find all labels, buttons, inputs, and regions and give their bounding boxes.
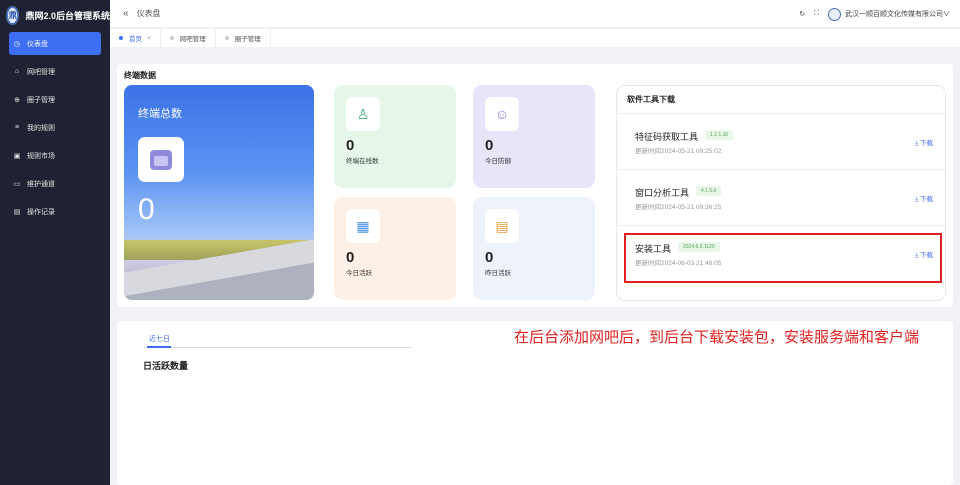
sidebar-item-label: 我的规则 xyxy=(27,124,55,132)
stat-label: 今日防御 xyxy=(485,158,511,165)
annotation-text: 在后台添加网吧后，到后台下载安装包，安装服务端和客户端 xyxy=(514,329,920,346)
user-icon: ♙ xyxy=(346,97,380,131)
company-dropdown[interactable]: 武汉一顺百顺文化传媒有限公司∨ xyxy=(845,9,950,19)
stat-today-active: ▦ 0 今日活跃 xyxy=(334,197,456,300)
shop-icon: ▣ xyxy=(13,152,21,160)
chart-title: 日活跃数量 xyxy=(143,361,189,371)
sidebar-item-label: 操作记录 xyxy=(27,208,55,216)
list-icon: ≡ xyxy=(14,124,20,131)
tab-dot xyxy=(169,36,174,40)
stat-label: 终端在线数 xyxy=(346,158,379,165)
calendar-clock-icon: ▤ xyxy=(485,209,519,243)
dashboard-icon: ◷ xyxy=(13,40,21,48)
stat-value: 0 xyxy=(485,249,494,266)
calendar-icon: ▦ xyxy=(346,209,380,243)
sidebar-item-label: 规则市场 xyxy=(27,152,55,160)
document-icon: ▤ xyxy=(13,208,21,216)
stat-label: 昨日活跃 xyxy=(485,270,511,277)
terminal-total-label: 终端总数 xyxy=(138,108,182,120)
avatar[interactable] xyxy=(828,7,841,21)
collapse-sidebar-icon[interactable]: « xyxy=(123,8,129,19)
version-badge: 1.2.1.16 xyxy=(705,130,734,140)
highlight-box xyxy=(624,233,942,283)
header-actions: ↻ ⛶ 武汉一顺百顺文化传媒有限公司∨ xyxy=(799,0,950,28)
sidebar-item-maintenance[interactable]: ▭ 维护通道 xyxy=(9,172,101,195)
group-icon: ☺ xyxy=(485,97,519,131)
sidebar-item-label: 圈子管理 xyxy=(27,96,55,104)
stat-value: 0 xyxy=(346,249,355,266)
tab-netcafe[interactable]: 网吧管理 xyxy=(161,29,216,47)
app-logo[interactable]: 鼎 鼎网2.0后台管理系统 xyxy=(0,0,110,30)
calendar-check-icon xyxy=(138,137,184,182)
breadcrumb: 仪表盘 xyxy=(136,9,161,18)
active-dot xyxy=(119,36,123,40)
sidebar-item-netcafe[interactable]: ⌂ 网吧管理 xyxy=(9,60,101,83)
download-button[interactable]: ⤓ 下载 xyxy=(915,137,933,148)
tab-bar: 首页 × 网吧管理 圈子管理 xyxy=(110,29,960,47)
top-header: « 仪表盘 ↻ ⛶ 武汉一顺百顺文化传媒有限公司∨ xyxy=(110,0,960,28)
sidebar-item-logs[interactable]: ▤ 操作记录 xyxy=(9,200,101,223)
sidebar-item-label: 仪表盘 xyxy=(27,40,48,48)
refresh-icon[interactable]: ↻ xyxy=(799,10,805,18)
hero-road xyxy=(124,240,314,300)
update-time: 更新时间2024-05-21 09:36:25 xyxy=(635,204,722,211)
sidebar-item-my-rules[interactable]: ≡ 我的规则 xyxy=(9,116,101,139)
tab-underline xyxy=(144,346,411,348)
tab-dot xyxy=(224,36,229,40)
tab-label: 首页 xyxy=(129,36,142,43)
sidebar-item-label: 维护通道 xyxy=(27,180,55,188)
stat-value: 0 xyxy=(346,137,355,154)
tab-label: 网吧管理 xyxy=(179,36,206,43)
sidebar-item-circles[interactable]: ⊕ 圈子管理 xyxy=(9,88,101,111)
terminal-total-value: 0 xyxy=(138,193,155,226)
software-row: 窗口分析工具 4.1.5.0 更新时间2024-05-21 09:36:25 ⤓… xyxy=(617,170,945,226)
section-title: 终端数据 xyxy=(124,71,156,80)
stat-yesterday-active: ▤ 0 昨日活跃 xyxy=(473,197,595,300)
stat-defense: ☺ 0 今日防御 xyxy=(473,85,595,188)
tab-label: 圈子管理 xyxy=(234,36,261,43)
monitor-icon: ▭ xyxy=(13,180,21,188)
software-name: 窗口分析工具 xyxy=(635,188,690,198)
sidebar: 鼎 鼎网2.0后台管理系统 ◷ 仪表盘 ⌂ 网吧管理 ⊕ 圈子管理 ≡ 我的规则 ▣ 规则… xyxy=(0,0,110,485)
terminal-total-card: 终端总数 0 xyxy=(124,85,314,300)
sidebar-item-label: 网吧管理 xyxy=(27,68,55,76)
version-badge: 4.1.5.0 xyxy=(696,186,722,196)
plus-circle-icon: ⊕ xyxy=(14,96,20,104)
close-icon[interactable]: × xyxy=(147,35,151,42)
app-title: 鼎网2.0后台管理系统 xyxy=(25,10,110,21)
sidebar-menu: ◷ 仪表盘 ⌂ 网吧管理 ⊕ 圈子管理 ≡ 我的规则 ▣ 规则市场 ▭ 维护通道 ▤ 操作记录 xyxy=(0,32,110,223)
fullscreen-icon[interactable]: ⛶ xyxy=(814,10,819,18)
sidebar-item-dashboard[interactable]: ◷ 仪表盘 xyxy=(9,32,101,55)
software-row: 特征码获取工具 1.2.1.16 更新时间2024-05-21 09:25:02… xyxy=(617,114,945,170)
logo-icon: 鼎 xyxy=(6,5,20,25)
stat-label: 今日活跃 xyxy=(346,270,372,277)
logo-text: 鼎 xyxy=(8,10,17,20)
range-tab-7days[interactable]: 近七日 xyxy=(149,334,170,344)
stat-online: ♙ 0 终端在线数 xyxy=(334,85,456,188)
home-icon: ⌂ xyxy=(14,68,20,75)
tab-home[interactable]: 首页 × xyxy=(110,29,161,47)
download-button[interactable]: ⤓ 下载 xyxy=(915,193,933,204)
stat-value: 0 xyxy=(485,137,494,154)
panel-title: 软件工具下载 xyxy=(617,86,945,114)
tab-circles[interactable]: 圈子管理 xyxy=(216,29,271,47)
software-name: 特征码获取工具 xyxy=(635,132,699,142)
sidebar-item-rule-market[interactable]: ▣ 规则市场 xyxy=(9,144,101,167)
update-time: 更新时间2024-05-21 09:25:02 xyxy=(635,148,722,155)
